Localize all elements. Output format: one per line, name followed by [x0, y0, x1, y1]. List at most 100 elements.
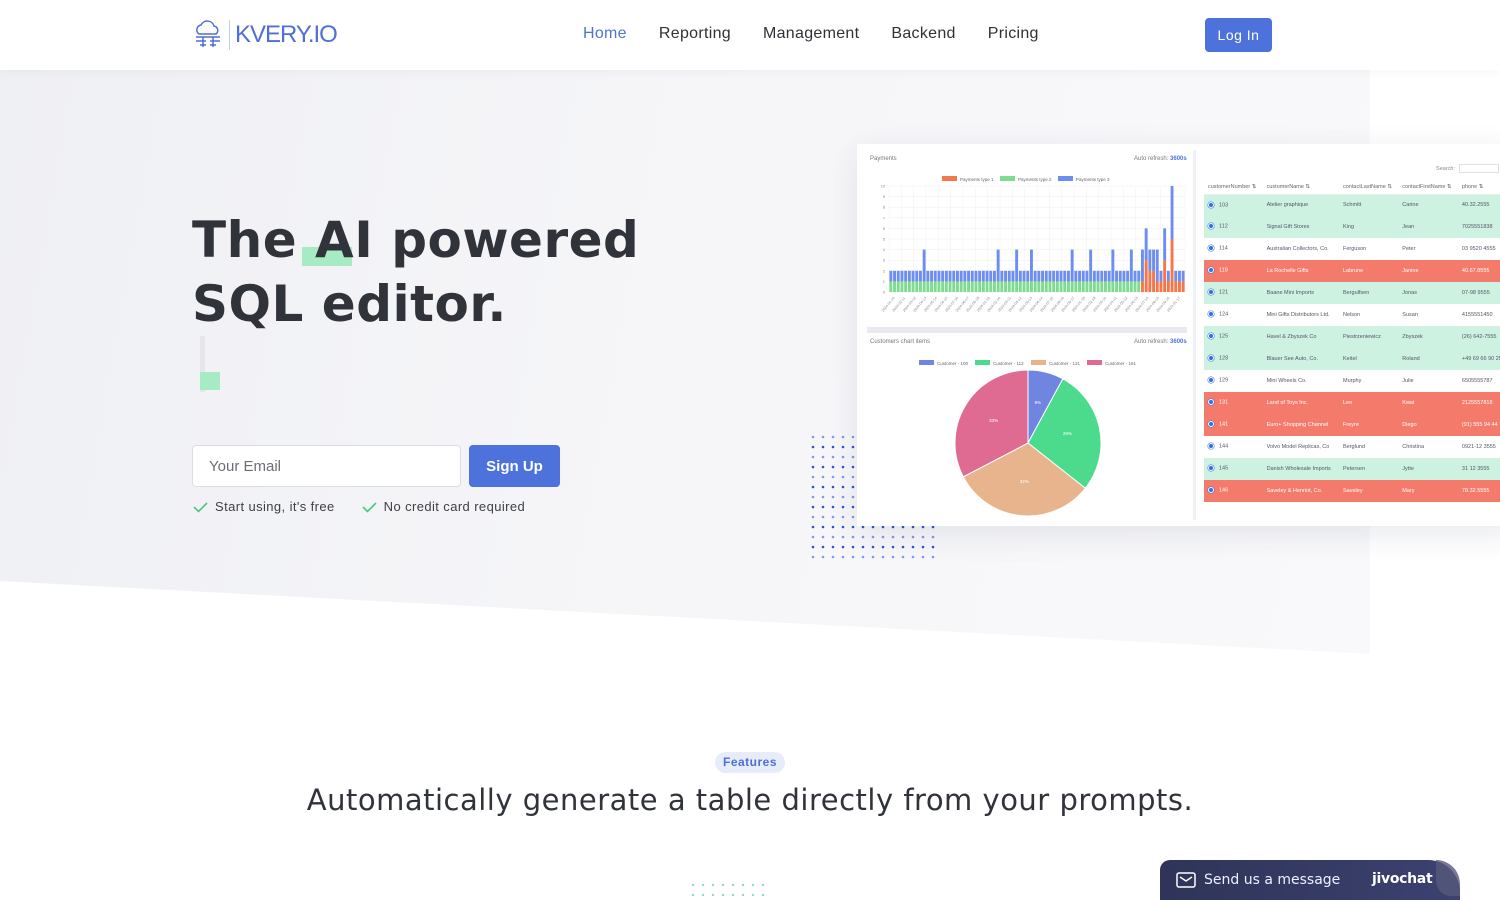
bar-segment: [989, 281, 993, 292]
bar-segment: [1159, 281, 1163, 292]
dot: [831, 545, 835, 549]
horizontal-scrollbar[interactable]: [867, 327, 1187, 333]
row-select-radio[interactable]: [1208, 201, 1214, 208]
row-select-radio[interactable]: [1208, 421, 1214, 428]
bar-segment: [967, 281, 970, 292]
column-header[interactable]: customerNumber ⇅: [1204, 181, 1263, 195]
dot: [931, 545, 935, 549]
panel-divider: [1193, 150, 1196, 520]
table-row[interactable]: 141 Euro+ Shopping Channel Freyre Diego (91)…: [1204, 414, 1500, 436]
search-input[interactable]: [1459, 164, 1499, 173]
dot: [831, 465, 835, 469]
dot: [871, 525, 875, 529]
table-cell: Mini Wheels Co.: [1262, 370, 1339, 392]
row-select-radio[interactable]: [1208, 443, 1214, 450]
table-row[interactable]: 125 Havel & Zbyszek Co Piestrzeniewicz Zbys…: [1204, 326, 1500, 348]
signup-button[interactable]: Sign Up: [469, 445, 560, 487]
benefit-item: No credit card required: [361, 499, 525, 514]
nav-home[interactable]: Home: [583, 25, 627, 43]
row-select-radio[interactable]: [1208, 377, 1214, 384]
dot: [911, 535, 915, 539]
row-select-radio[interactable]: [1208, 311, 1214, 318]
table-cell: 112: [1204, 216, 1263, 238]
row-select-radio[interactable]: [1208, 355, 1214, 362]
bar-segment: [889, 270, 893, 282]
bar-segment: [1100, 281, 1104, 292]
bar-segment: [893, 281, 896, 292]
column-header[interactable]: customerName ⇅: [1262, 181, 1339, 195]
table-cell: Blauer See Auto, Co.: [1262, 348, 1339, 370]
table-cell: 0921-12 3555: [1457, 436, 1500, 458]
column-header[interactable]: contactFirstName ⇅: [1398, 181, 1458, 195]
legend-label: Payments type 2: [1018, 177, 1052, 182]
email-input[interactable]: [192, 445, 461, 487]
table-row[interactable]: 145 Danish Wholesale Imports Petersen Jytte…: [1204, 458, 1500, 480]
row-select-radio[interactable]: [1208, 333, 1214, 340]
dot: [901, 555, 905, 559]
bar-segment: [956, 281, 959, 292]
nav-management[interactable]: Management: [763, 25, 859, 43]
bar-segment: [1089, 249, 1093, 282]
bar-segment: [1026, 270, 1030, 282]
bar-segment: [907, 270, 911, 282]
table-cell: Nelson: [1339, 304, 1399, 326]
dot: [751, 883, 755, 887]
table-row[interactable]: 121 Baane Mini Imports Bergulfsen Jonas 07-9…: [1204, 282, 1500, 304]
bar-segment: [1107, 281, 1111, 292]
column-header[interactable]: contactLastName ⇅: [1339, 181, 1399, 195]
dot: [701, 883, 705, 887]
table-row[interactable]: 146 Saveley & Henriot, Co. Saveley Mary 78.3…: [1204, 480, 1500, 502]
chat-widget[interactable]: Send us a message jivochat: [1160, 860, 1460, 900]
table-cell: Danish Wholesale Imports: [1262, 458, 1339, 480]
row-select-radio[interactable]: [1208, 399, 1214, 406]
bar-segment: [919, 281, 922, 292]
row-select-radio[interactable]: [1208, 289, 1214, 296]
row-select-radio[interactable]: [1208, 465, 1214, 472]
dot: [821, 535, 825, 539]
dot: [811, 455, 815, 459]
bar-segment: [1000, 270, 1004, 282]
pie-label: 33%: [989, 418, 998, 423]
dot: [851, 445, 855, 449]
row-select-radio[interactable]: [1208, 245, 1214, 252]
table-row[interactable]: 114 Australian Collectors, Co. Ferguson Pet…: [1204, 238, 1500, 260]
dot: [891, 535, 895, 539]
login-button[interactable]: Log In: [1205, 18, 1272, 52]
bar-segment: [981, 281, 985, 292]
nav-reporting[interactable]: Reporting: [659, 25, 731, 43]
table-row[interactable]: 128 Blauer See Auto, Co. Keitel Roland +49 6…: [1204, 348, 1500, 370]
table-cell: 40.32.2555: [1457, 194, 1500, 216]
table-cell: 31 12 3555: [1457, 458, 1500, 480]
nav-backend[interactable]: Backend: [891, 25, 955, 43]
table-cell: King: [1339, 216, 1399, 238]
check-icon: [193, 501, 208, 513]
column-header[interactable]: phone ⇅: [1457, 181, 1500, 195]
table-row[interactable]: 103 Atelier graphique Schmitt Carine 40.32.2…: [1204, 194, 1500, 216]
bar-panel-refresh: Auto refresh: 3600s: [1134, 156, 1187, 162]
table-row[interactable]: 129 Mini Wheels Co. Murphy Julie 6505555787: [1204, 370, 1500, 392]
bar-segment: [933, 281, 937, 292]
table-cell: 146: [1204, 480, 1263, 502]
dot: [811, 495, 815, 499]
table-row[interactable]: 131 Land of Toys Inc. Lee Kwai 2125557818: [1204, 392, 1500, 414]
dot: [811, 445, 815, 449]
row-select-radio[interactable]: [1208, 267, 1214, 274]
row-select-radio[interactable]: [1208, 487, 1214, 494]
bar-segment: [926, 281, 930, 292]
dot: [851, 535, 855, 539]
table-cell: Roland: [1398, 348, 1458, 370]
bar-segment: [1041, 270, 1044, 282]
table-row[interactable]: 112 Signal Gift Stores King Jean 7025551838: [1204, 216, 1500, 238]
row-select-radio[interactable]: [1208, 223, 1214, 230]
nav-pricing[interactable]: Pricing: [988, 25, 1039, 43]
logo[interactable]: KVERY.IO: [192, 18, 338, 52]
table-row[interactable]: 124 Mini Gifts Distributors Ltd. Nelson Sus…: [1204, 304, 1500, 326]
bar-segment: [941, 281, 945, 292]
bar-segment: [926, 270, 930, 282]
dot: [921, 555, 925, 559]
dot: [821, 495, 825, 499]
table-row[interactable]: 144 Volvo Model Replicas, Co Berglund Chris…: [1204, 436, 1500, 458]
table-row[interactable]: 119 La Rochelle Gifts Labrune Janine 40.67.8…: [1204, 260, 1500, 282]
dot: [861, 555, 865, 559]
dot: [811, 515, 815, 519]
